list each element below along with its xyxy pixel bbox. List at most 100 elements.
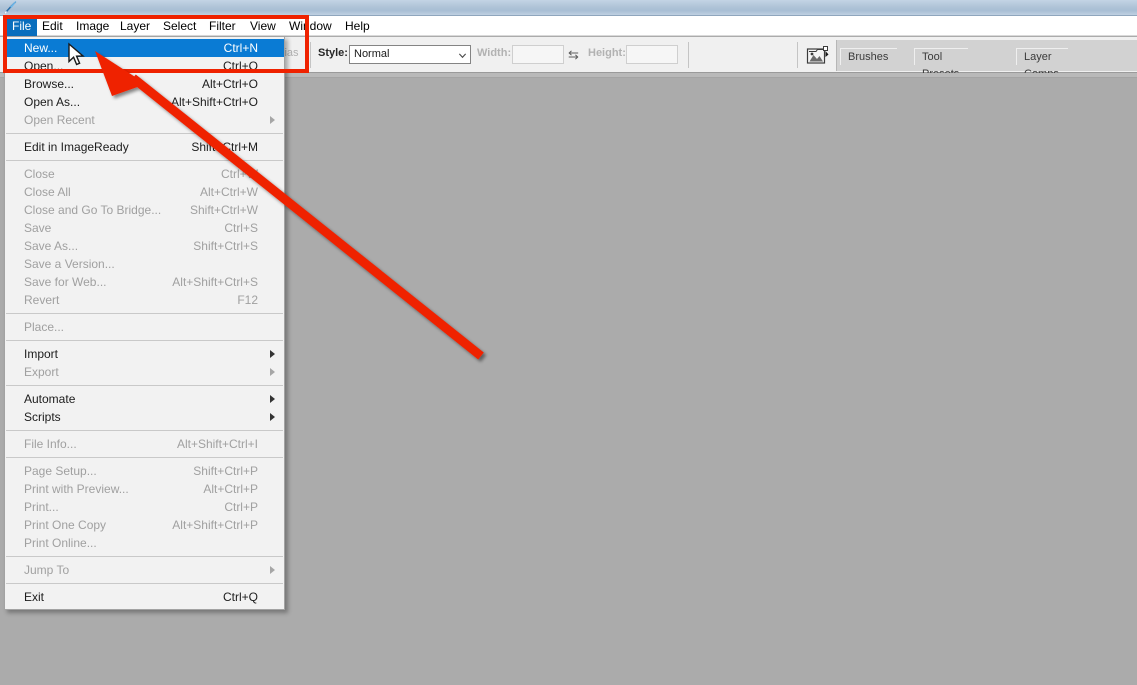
file-menu-item-automate[interactable]: Automate	[5, 390, 284, 408]
menu-item-label: Save	[24, 221, 52, 235]
file-menu-item-close-all: Close All Alt+Ctrl+W	[5, 183, 284, 201]
menu-item-shortcut: Ctrl+Q	[222, 590, 258, 604]
file-menu-item-save-for-web: Save for Web... Alt+Shift+Ctrl+S	[5, 273, 284, 291]
menu-item-shortcut: Ctrl+S	[224, 221, 258, 235]
submenu-arrow-icon	[270, 350, 275, 358]
swap-arrows-icon[interactable]: ⇆	[568, 48, 579, 61]
menubar-item-layer[interactable]: Layer	[114, 16, 156, 36]
options-separator-2	[688, 42, 689, 68]
style-select-value: Normal	[354, 48, 390, 60]
palette-tab-brushes[interactable]: Brushes	[840, 48, 906, 66]
options-separator-3	[797, 42, 798, 68]
file-menu-item-print-with-preview: Print with Preview... Alt+Ctrl+P	[5, 480, 284, 498]
submenu-arrow-icon	[270, 413, 275, 421]
file-menu-item-save-a-version: Save a Version...	[5, 255, 284, 273]
style-label: Style:	[318, 47, 348, 59]
menu-separator	[6, 385, 283, 386]
menu-bar: File Edit Image Layer Select Filter View Window…	[0, 16, 1137, 36]
file-menu-item-open[interactable]: Open... Ctrl+O	[5, 57, 284, 75]
menu-item-label: Open...	[24, 59, 64, 73]
submenu-arrow-icon	[270, 116, 275, 124]
file-menu-item-revert: Revert F12	[5, 291, 284, 309]
menu-item-label: Import	[24, 347, 59, 361]
menu-item-label: Save for Web...	[24, 275, 107, 289]
menu-item-label: Print Online...	[24, 536, 97, 550]
menu-item-label: Page Setup...	[24, 464, 97, 478]
menu-item-label: Close and Go To Bridge...	[24, 203, 162, 217]
menubar-item-edit[interactable]: Edit	[36, 16, 69, 36]
menu-item-shortcut: Ctrl+P	[224, 500, 258, 514]
file-menu-item-print-online: Print Online...	[5, 534, 284, 552]
file-menu-item-scripts[interactable]: Scripts	[5, 408, 284, 426]
menu-separator	[6, 430, 283, 431]
menu-item-label: Exit	[24, 590, 45, 604]
menu-item-label: Jump To	[24, 563, 70, 577]
width-label: Width:	[477, 47, 512, 59]
menu-item-shortcut: Shift+Ctrl+W	[189, 203, 258, 217]
photoshop-feather-icon	[3, 1, 17, 15]
file-menu-item-edit-in-imageready[interactable]: Edit in ImageReady Shift+Ctrl+M	[5, 138, 284, 156]
menu-item-label: Print with Preview...	[24, 482, 129, 496]
file-menu-item-open-recent: Open Recent	[5, 111, 284, 129]
photoshop-window: File Edit Image Layer Select Filter View Window…	[0, 0, 1137, 685]
file-browser-toggle-icon[interactable]	[806, 45, 830, 66]
menubar-item-file[interactable]: File	[6, 16, 38, 36]
menu-item-shortcut: Shift+Ctrl+S	[193, 239, 258, 253]
palette-tab-tool-presets[interactable]: Tool Presets	[914, 48, 977, 80]
file-menu-item-close-and-go-to-bridge: Close and Go To Bridge... Shift+Ctrl+W	[5, 201, 284, 219]
palette-tab-layer-comps[interactable]: Layer Comps	[1016, 48, 1076, 80]
menubar-item-window[interactable]: Window	[283, 16, 338, 36]
menubar-item-select[interactable]: Select	[157, 16, 202, 36]
menu-separator	[6, 313, 283, 314]
menu-item-label: Close	[24, 167, 55, 181]
menubar-item-help[interactable]: Help	[339, 16, 376, 36]
chevron-down-icon	[458, 53, 467, 59]
menu-item-label: Browse...	[24, 77, 75, 91]
menu-separator	[6, 340, 283, 341]
menu-item-shortcut: Alt+Shift+Ctrl+S	[172, 275, 258, 289]
menu-item-label: Open As...	[24, 95, 81, 109]
file-menu-item-new[interactable]: New... Ctrl+N	[5, 39, 284, 57]
menu-item-label: Edit in ImageReady	[24, 140, 129, 154]
file-menu-item-save-as: Save As... Shift+Ctrl+S	[5, 237, 284, 255]
style-select[interactable]: Normal	[349, 45, 471, 64]
menu-item-label: Save a Version...	[24, 257, 115, 271]
menu-item-shortcut: F12	[237, 293, 258, 307]
file-menu-item-close: Close Ctrl+W	[5, 165, 284, 183]
menu-item-label: Revert	[24, 293, 60, 307]
height-label: Height:	[588, 47, 626, 59]
menu-item-shortcut: Ctrl+O	[222, 59, 258, 73]
menu-separator	[6, 160, 283, 161]
menu-separator	[6, 133, 283, 134]
menu-item-label: Close All	[24, 185, 71, 199]
menu-separator	[6, 556, 283, 557]
menu-separator	[6, 457, 283, 458]
file-menu-item-open-as[interactable]: Open As... Alt+Shift+Ctrl+O	[5, 93, 284, 111]
menu-item-label: Print...	[24, 500, 59, 514]
menubar-item-image[interactable]: Image	[70, 16, 115, 36]
file-menu-item-exit[interactable]: Exit Ctrl+Q	[5, 588, 284, 606]
file-menu-item-save: Save Ctrl+S	[5, 219, 284, 237]
menu-item-shortcut: Alt+Ctrl+W	[199, 185, 258, 199]
menu-item-shortcut: Alt+Shift+Ctrl+P	[172, 518, 258, 532]
submenu-arrow-icon	[270, 395, 275, 403]
menu-item-label: Print One Copy	[24, 518, 107, 532]
file-menu-item-import[interactable]: Import	[5, 345, 284, 363]
height-input[interactable]	[626, 45, 678, 64]
width-input[interactable]	[512, 45, 564, 64]
menubar-item-view[interactable]: View	[244, 16, 282, 36]
menu-item-shortcut: Alt+Ctrl+P	[203, 482, 258, 496]
menu-item-shortcut: Ctrl+W	[221, 167, 258, 181]
menu-item-shortcut: Shift+Ctrl+P	[193, 464, 258, 478]
submenu-arrow-icon	[270, 368, 275, 376]
menubar-item-filter[interactable]: Filter	[203, 16, 242, 36]
file-menu-item-browse[interactable]: Browse... Alt+Ctrl+O	[5, 75, 284, 93]
file-menu-item-print: Print... Ctrl+P	[5, 498, 284, 516]
menu-item-shortcut: Alt+Shift+Ctrl+I	[176, 437, 258, 451]
menu-item-shortcut: Ctrl+N	[223, 41, 258, 55]
menu-item-label: Scripts	[24, 410, 61, 424]
file-menu-item-export: Export	[5, 363, 284, 381]
file-menu-item-file-info: File Info... Alt+Shift+Ctrl+I	[5, 435, 284, 453]
options-separator-1	[310, 42, 311, 68]
file-menu-item-print-one-copy: Print One Copy Alt+Shift+Ctrl+P	[5, 516, 284, 534]
